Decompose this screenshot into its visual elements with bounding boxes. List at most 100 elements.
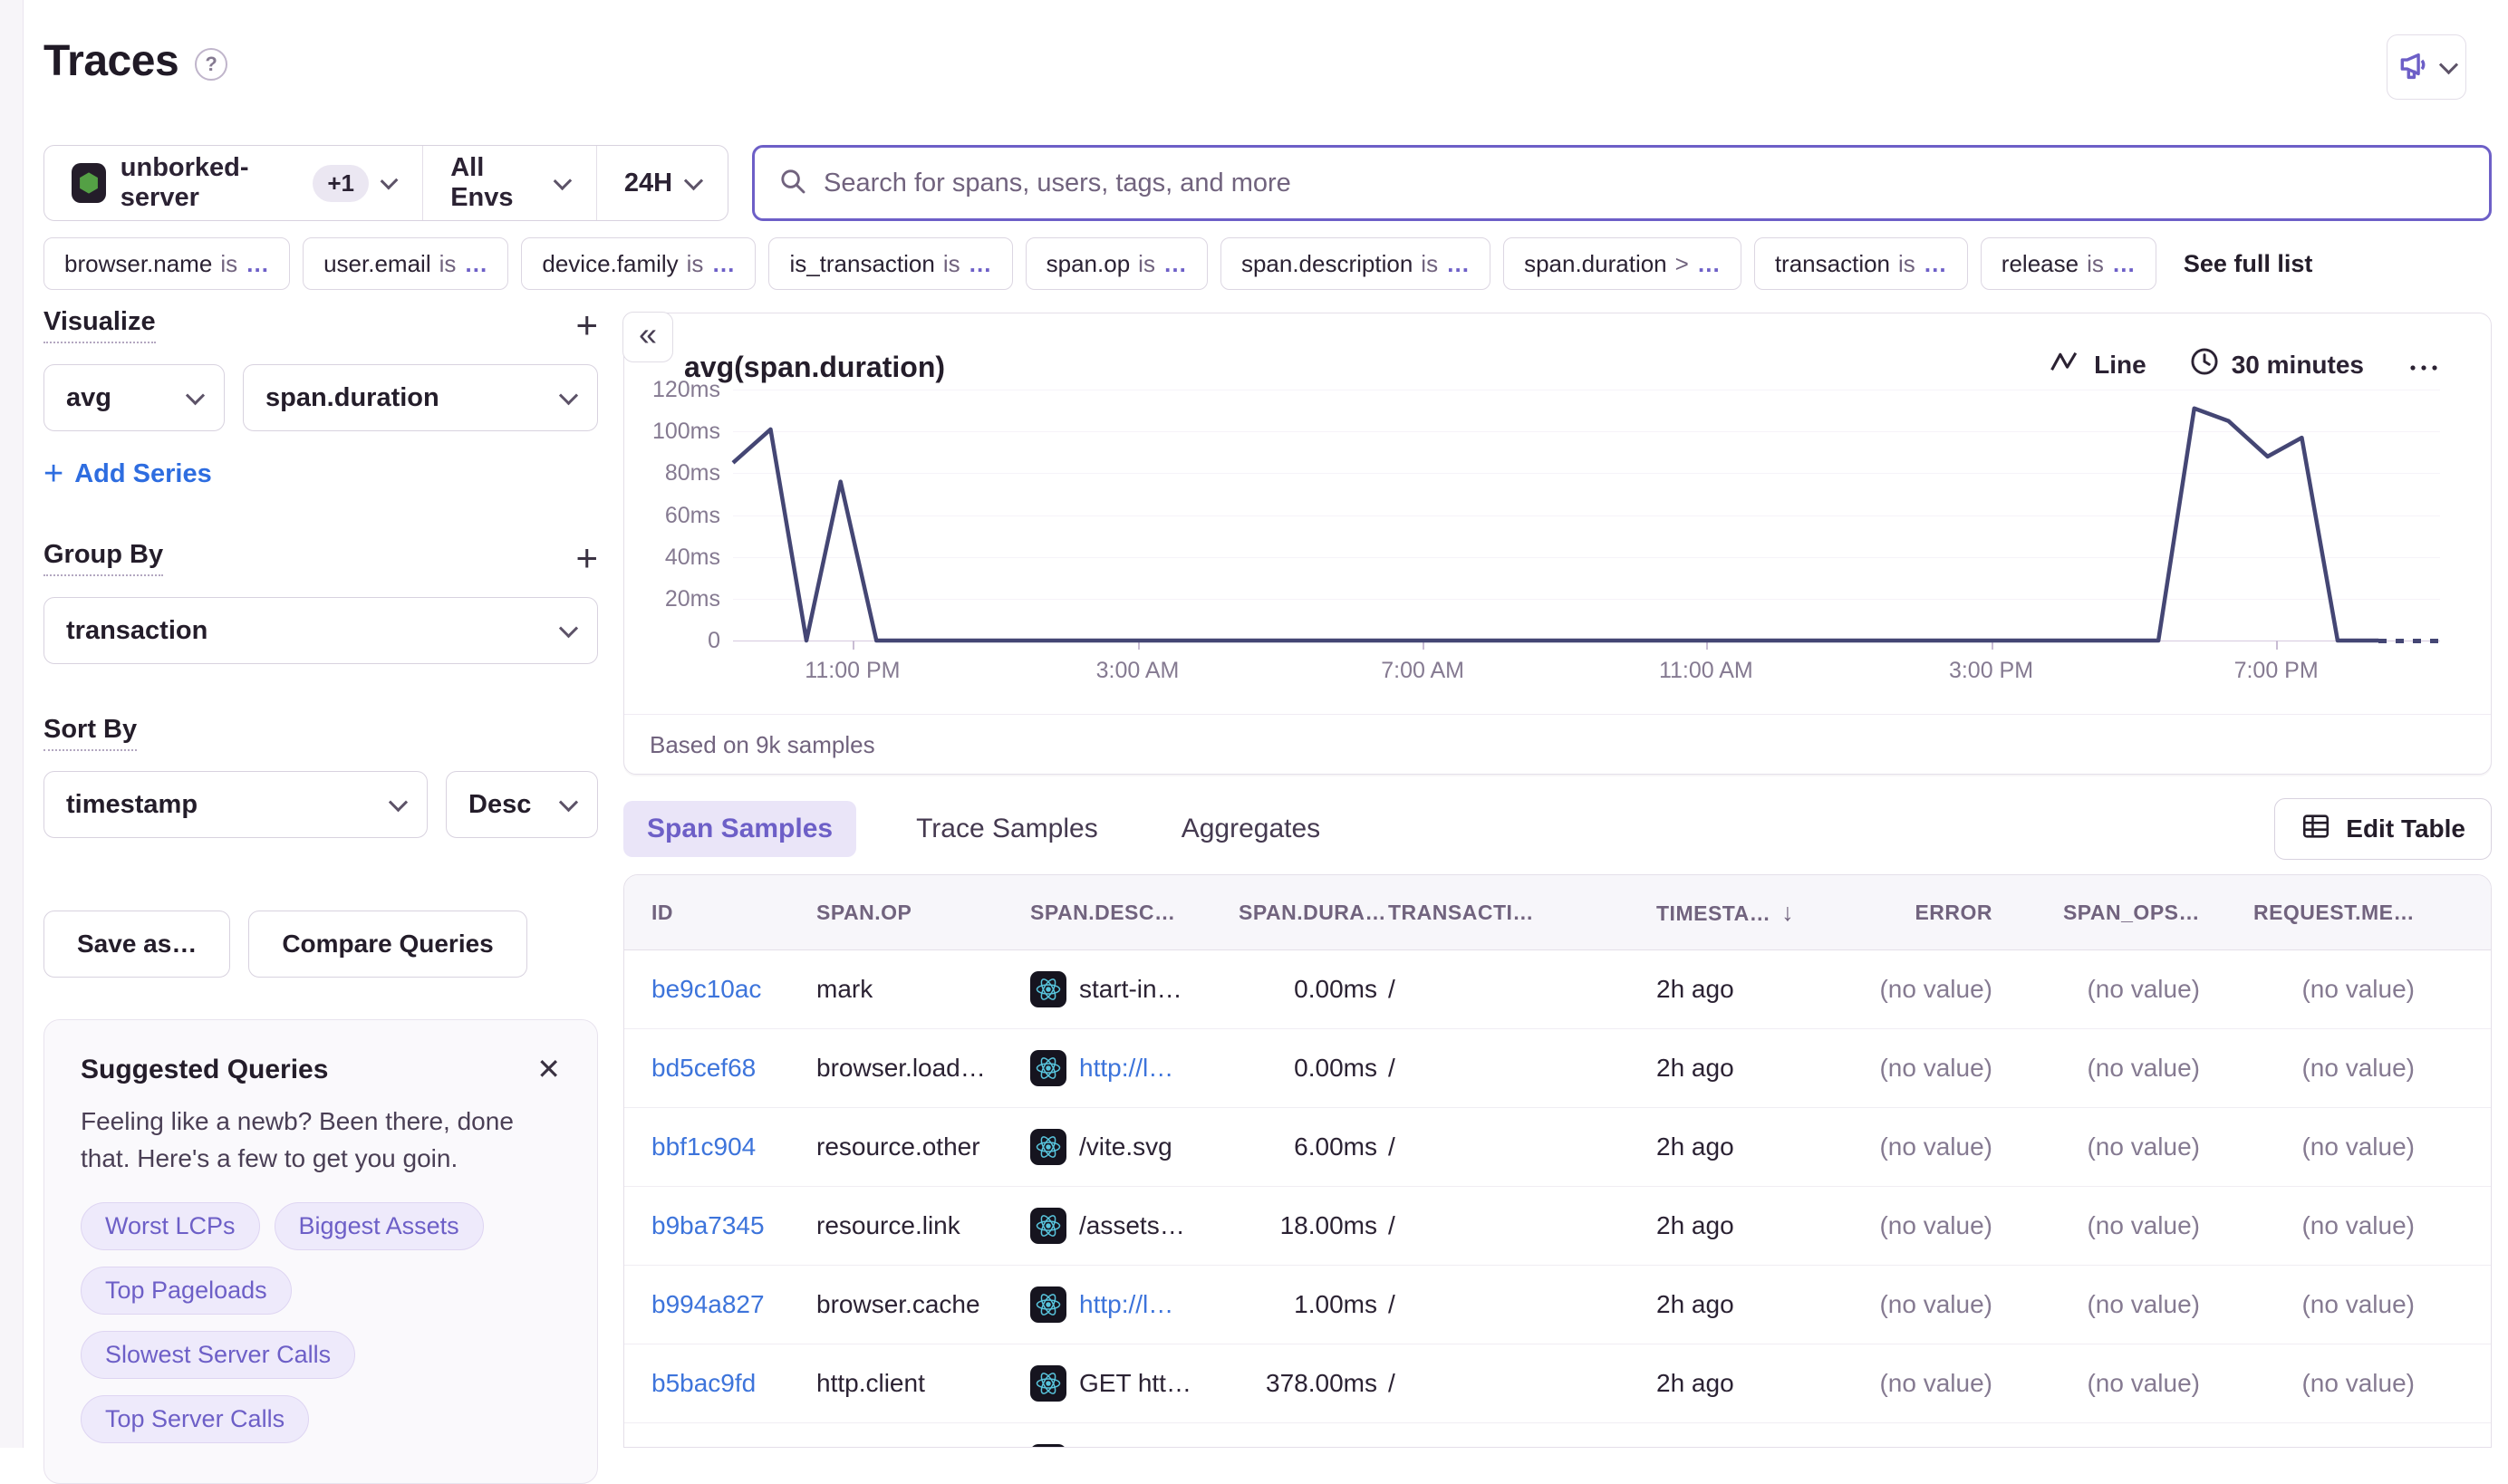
see-full-list-button[interactable]: See full list [2169, 250, 2328, 278]
compare-queries-button[interactable]: Compare Queries [248, 911, 526, 978]
sort-by-heading: Sort By [43, 715, 137, 751]
edit-table-button[interactable]: Edit Table [2274, 798, 2492, 860]
filter-chip-release[interactable]: releaseis… [1981, 237, 2156, 290]
project-selector[interactable]: unborked-server +1 [44, 146, 422, 220]
filter-chip-span.duration[interactable]: span.duration>… [1503, 237, 1741, 290]
add-group-by-button[interactable]: + [575, 539, 598, 577]
filter-chip-user.email[interactable]: user.emailis… [303, 237, 508, 290]
chart-x-axis: 11:00 PM3:00 AM7:00 AM11:00 AM3:00 PM7:0… [733, 647, 2440, 692]
field-select[interactable]: span.duration [243, 364, 598, 431]
megaphone-icon [2398, 51, 2433, 84]
sort-direction-select[interactable]: Desc [446, 771, 598, 838]
span-id-link[interactable]: bd5cef68 [651, 1054, 756, 1082]
date-range-value: 24H [624, 169, 672, 198]
chart-type-button[interactable]: Line [2050, 350, 2146, 380]
help-icon[interactable]: ? [195, 48, 227, 81]
column-header[interactable]: ERROR [1822, 901, 1998, 925]
group-by-value: transaction [66, 616, 207, 646]
suggested-queries-card: Suggested Queries ✕ Feeling like a newb?… [43, 1019, 598, 1484]
environment-selector[interactable]: All Envs [423, 146, 596, 220]
tab-trace-samples[interactable]: Trace Samples [892, 801, 1122, 857]
error-cell: (no value) [1822, 1054, 1998, 1083]
node-project-icon [72, 163, 106, 203]
span-id-link[interactable]: be9c10ac [651, 975, 761, 1003]
sort-field-select[interactable]: timestamp [43, 771, 428, 838]
add-series-button[interactable]: + Add Series [43, 455, 212, 494]
y-axis-label: 60ms [637, 502, 720, 529]
filter-chip-browser.name[interactable]: browser.nameis… [43, 237, 290, 290]
suggested-query-chip[interactable]: Biggest Assets [275, 1202, 484, 1250]
x-axis-label: 3:00 AM [1096, 658, 1180, 684]
suggested-query-chip[interactable]: Top Pageloads [81, 1267, 292, 1315]
filter-chip-span.op[interactable]: span.opis… [1026, 237, 1208, 290]
aggregate-select[interactable]: avg [43, 364, 225, 431]
transaction-cell: / [1383, 1054, 1651, 1083]
date-range-selector[interactable]: 24H [597, 146, 728, 220]
y-axis-label: 40ms [637, 544, 720, 571]
filter-chip-is_transaction[interactable]: is_transactionis… [768, 237, 1012, 290]
clock-icon [2190, 347, 2219, 382]
filter-chip-device.family[interactable]: device.familyis… [521, 237, 756, 290]
chart-more-button[interactable] [2407, 351, 2440, 380]
y-axis-label: 20ms [637, 585, 720, 612]
table-row: b994a827browser.cachehttp://l…1.00ms/2h … [624, 1266, 2491, 1344]
column-header[interactable]: REQUEST.ME… [2205, 901, 2420, 925]
column-header[interactable]: TIMESTA…↓ [1651, 899, 1822, 927]
chart-line-series [733, 384, 2440, 647]
group-by-select[interactable]: transaction [43, 597, 598, 664]
chevron-down-icon [559, 619, 578, 638]
span-op-cell: http.client [811, 1369, 1025, 1398]
sort-desc-icon: ↓ [1781, 899, 1794, 926]
span-description-cell: /vite.svg [1025, 1129, 1233, 1165]
tab-aggregates[interactable]: Aggregates [1158, 801, 1344, 857]
aggregate-value: avg [66, 383, 111, 413]
filter-chip-span.description[interactable]: span.descriptionis… [1220, 237, 1490, 290]
span-op-cell: browser.load… [811, 1054, 1025, 1083]
filter-chip-transaction[interactable]: transactionis… [1754, 237, 1968, 290]
save-as-button[interactable]: Save as… [43, 911, 230, 978]
filter-bar: unborked-server +1 All Envs 24H [43, 145, 2492, 221]
close-icon[interactable]: ✕ [536, 1055, 561, 1084]
suggested-query-chip[interactable]: Worst LCPs [81, 1202, 260, 1250]
transaction-cell: / [1383, 1211, 1651, 1240]
search-input[interactable] [824, 169, 2465, 198]
edit-table-label: Edit Table [2346, 814, 2465, 843]
span-ops-cell: (no value) [1998, 1211, 2205, 1240]
span-description-cell: /assets… [1025, 1208, 1233, 1244]
timestamp-cell: 2h ago [1651, 1369, 1822, 1398]
interval-button[interactable]: 30 minutes [2190, 347, 2364, 382]
plus-icon: + [43, 455, 63, 494]
collapse-sidebar-button[interactable]: « [622, 312, 673, 362]
suggested-queries-body: Feeling like a newb? Been there, done th… [81, 1103, 561, 1177]
span-id-link[interactable]: bbf1c904 [651, 1132, 756, 1161]
page-header: Traces ? [43, 36, 227, 86]
column-header[interactable]: ID [624, 901, 811, 925]
column-header[interactable]: SPAN.OP [811, 901, 1025, 925]
x-axis-label: 11:00 AM [1659, 658, 1753, 684]
chevron-down-icon [559, 386, 578, 405]
react-platform-icon [1030, 1208, 1066, 1244]
span-id-link[interactable]: b994a827 [651, 1290, 765, 1318]
table-row: be9c10acmarkstart-in…0.00ms/2h ago(no va… [624, 950, 2491, 1029]
field-value: span.duration [265, 383, 439, 413]
suggested-query-chips: Worst LCPs Biggest Assets Top Pageloads Slo… [81, 1202, 561, 1443]
suggested-query-chip[interactable]: Slowest Server Calls [81, 1331, 355, 1379]
transaction-cell: / [1383, 1369, 1651, 1398]
add-visualize-button[interactable]: + [575, 306, 598, 344]
span-description-text[interactable]: http://l… [1079, 1290, 1173, 1319]
span-description-text[interactable]: http://l… [1079, 1054, 1173, 1083]
whats-new-button[interactable] [2387, 34, 2466, 100]
span-description-cell: http://l… [1025, 1286, 1233, 1323]
span-id-link[interactable]: b5bac9fd [651, 1369, 756, 1397]
timestamp-cell: 2h ago [1651, 1290, 1822, 1319]
column-header[interactable]: SPAN.DESC… [1025, 901, 1233, 925]
column-header[interactable]: SPAN_OPS… [1998, 901, 2205, 925]
chart-plot-area[interactable] [733, 384, 2440, 647]
column-header[interactable]: SPAN.DURA… [1233, 901, 1383, 925]
column-header[interactable]: TRANSACTI… [1383, 901, 1651, 925]
span-id-link[interactable]: b9ba7345 [651, 1211, 765, 1239]
suggested-query-chip[interactable]: Top Server Calls [81, 1395, 309, 1443]
tab-span-samples[interactable]: Span Samples [623, 801, 856, 857]
collapsed-nav-rail [0, 0, 24, 1448]
search-bar[interactable] [752, 145, 2492, 221]
